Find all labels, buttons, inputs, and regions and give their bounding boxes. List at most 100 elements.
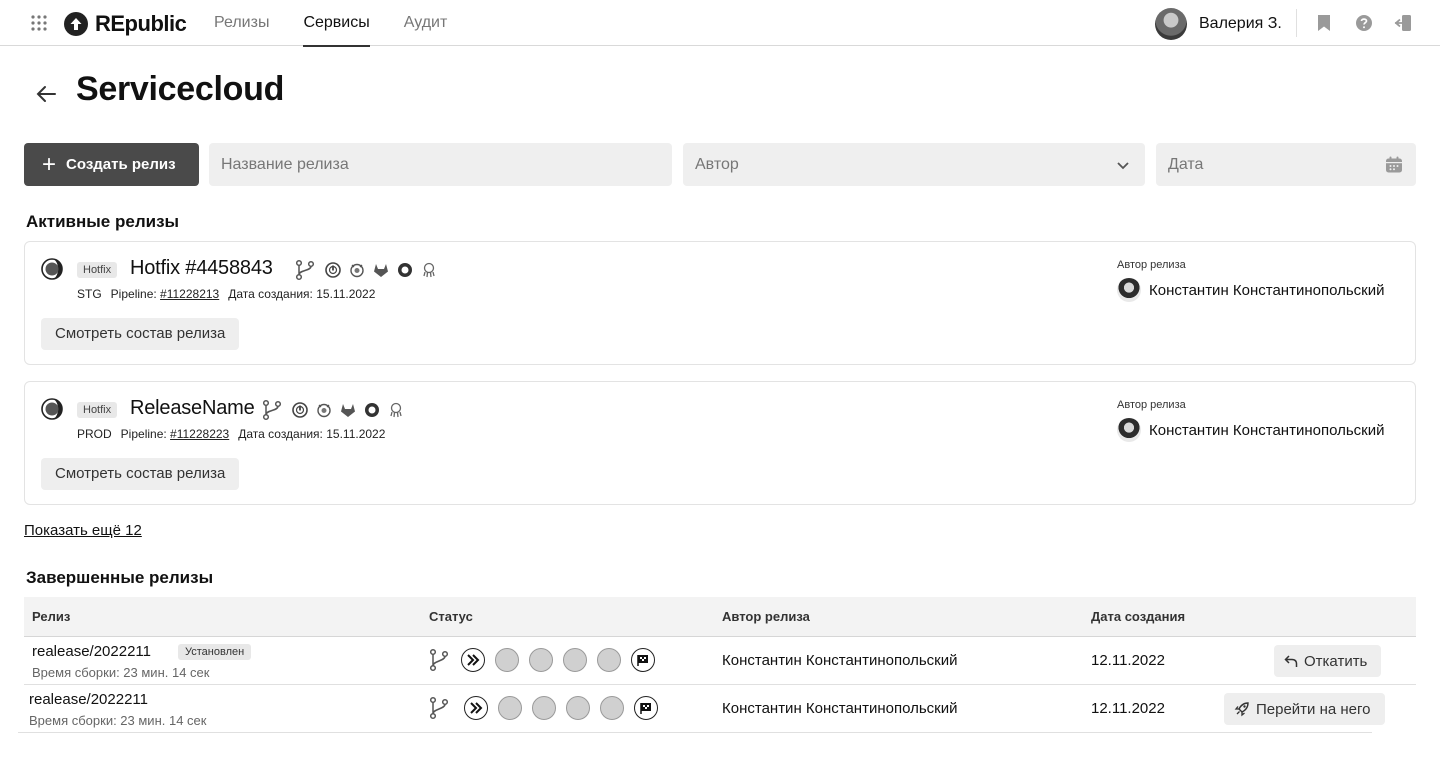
pipeline-link[interactable]: #11228223 [170,427,229,441]
avatar [1117,278,1141,302]
pipeline-status [429,696,668,720]
date-field[interactable] [1156,143,1416,186]
release-status-icon [41,398,63,420]
stage-pending-icon[interactable] [498,696,522,720]
undo-icon [1284,655,1298,667]
create-release-button[interactable]: + Создать релиз [24,143,199,186]
stage-pending-icon[interactable] [529,648,553,672]
target-icon[interactable] [364,402,380,418]
release-name-input[interactable] [221,155,672,174]
create-release-label: Создать релиз [66,156,176,173]
apps-grid-icon[interactable] [30,14,48,32]
view-release-contents-button[interactable]: Смотреть состав релиза [41,318,240,350]
author-name: Константин Константинопольский [1149,421,1385,439]
avatar [1117,418,1141,442]
rollback-label: Откатить [1304,652,1368,670]
stage-pending-icon[interactable] [495,648,519,672]
release-tools [262,399,412,421]
jenkins-icon[interactable] [349,262,365,278]
created-date: 12.11.2022 [1091,652,1165,669]
avatar [1155,8,1187,40]
pipeline-status [429,648,665,672]
author-select-placeholder: Автор [695,155,739,173]
date-input[interactable] [1168,155,1416,174]
created-date: 15.11.2022 [316,287,376,301]
table-row: realease/2022211 Установлен Время сборки… [24,637,1416,685]
release-name[interactable]: realease/2022211 [29,691,148,708]
release-type-badge: Hotfix [77,402,118,418]
release-author: Константин Константинопольский [1117,278,1384,302]
author-label: Автор релиза [1117,259,1186,271]
logout-icon[interactable] [1394,14,1412,32]
bookmark-icon[interactable] [1315,14,1333,32]
octopus-icon[interactable] [421,262,437,278]
brand-name: REpublic [95,11,187,36]
gitlab-icon[interactable] [373,262,389,278]
git-branch-icon[interactable] [429,696,449,720]
release-env: STG [77,287,102,301]
stage-pending-icon[interactable] [597,648,621,672]
author-name: Константин Константинопольский [1149,281,1385,299]
tab-services[interactable]: Сервисы [303,0,371,47]
row-divider [18,732,1372,733]
author-name: Константин Константинопольский [722,700,958,717]
git-branch-icon[interactable] [262,399,282,421]
rollback-button[interactable]: Откатить [1274,645,1382,677]
stage-pending-icon[interactable] [563,648,587,672]
git-branch-icon[interactable] [429,648,449,672]
power-icon[interactable] [325,262,341,278]
calendar-icon[interactable] [1384,155,1404,175]
pipeline-label: Pipeline: [120,427,167,441]
brand-logo[interactable]: REpublic [64,11,187,37]
jenkins-icon[interactable] [316,402,332,418]
tab-releases[interactable]: Релизы [214,0,269,46]
author-select[interactable]: Автор [683,143,1145,186]
go-to-release-button[interactable]: Перейти на него [1224,693,1385,725]
stage-pending-icon[interactable] [600,696,624,720]
created-date: 15.11.2022 [326,427,386,441]
git-branch-icon[interactable] [295,259,315,281]
tab-audit[interactable]: Аудит [404,0,448,46]
release-card: Hotfix Hotfix #4458843 STG Pipeline: #11… [24,241,1416,365]
finish-flag-icon[interactable] [634,696,658,720]
target-icon[interactable] [397,262,413,278]
header-divider [1296,9,1297,37]
back-arrow-icon[interactable] [34,82,58,106]
completed-releases-title: Завершенные релизы [26,568,214,587]
help-icon[interactable] [1355,14,1373,32]
author-name: Константин Константинопольский [722,652,958,669]
release-name[interactable]: ReleaseName [130,397,255,420]
build-time: Время сборки: 23 мин. 14 сек [32,665,210,680]
chevron-down-icon [1117,162,1129,170]
plus-icon: + [42,150,57,178]
author-label: Автор релиза [1117,399,1186,411]
stage-start-icon[interactable] [464,696,488,720]
release-status-icon [41,258,63,280]
gitlab-icon[interactable] [340,402,356,418]
user-menu[interactable]: Валерия З. [1155,8,1282,40]
release-meta: STG Pipeline: #11228213 Дата создания: 1… [77,287,384,301]
column-header-author: Автор релиза [722,609,810,624]
finish-flag-icon[interactable] [631,648,655,672]
stage-pending-icon[interactable] [532,696,556,720]
user-name: Валерия З. [1199,15,1282,32]
stage-pending-icon[interactable] [566,696,590,720]
release-name[interactable]: realease/2022211 [32,643,151,660]
release-name[interactable]: Hotfix #4458843 [130,257,273,280]
stage-start-icon[interactable] [461,648,485,672]
created-label: Дата создания: [238,427,323,441]
created-label: Дата создания: [228,287,313,301]
power-icon[interactable] [292,402,308,418]
active-releases-title: Активные релизы [26,212,180,231]
build-time: Время сборки: 23 мин. 14 сек [29,713,207,728]
main-nav: Релизы Сервисы Аудит [214,0,481,47]
release-card: Hotfix ReleaseName PROD Pipeline: #11228… [24,381,1416,505]
pipeline-label: Pipeline: [110,287,157,301]
view-release-contents-button[interactable]: Смотреть состав релиза [41,458,240,490]
octopus-icon[interactable] [388,402,404,418]
table-header: Релиз Статус Автор релиза Дата создания [24,597,1416,637]
pipeline-link[interactable]: #11228213 [160,287,219,301]
show-more-link[interactable]: Показать ещё 12 [24,522,142,539]
release-name-field[interactable] [209,143,672,186]
rocket-icon [1234,702,1249,717]
